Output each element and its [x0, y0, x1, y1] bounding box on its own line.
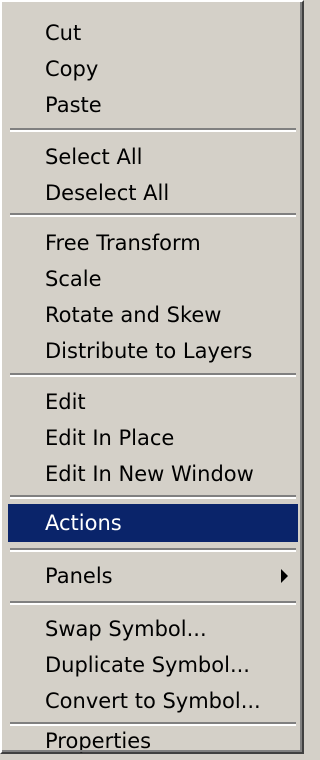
menu-item-label: Select All — [45, 145, 143, 169]
menu-item-label: Edit In Place — [45, 426, 175, 450]
menu-item-select-all[interactable]: Select All — [8, 138, 298, 176]
menu-item-label: Cut — [45, 21, 82, 45]
menu-item-label: Rotate and Skew — [45, 303, 222, 327]
menu-item-rotate-and-skew[interactable]: Rotate and Skew — [8, 296, 298, 334]
menu-item-edit-in-place[interactable]: Edit In Place — [8, 419, 298, 457]
menu-separator — [10, 373, 296, 377]
menu-separator — [10, 548, 296, 552]
menu-item-actions[interactable]: Actions — [8, 504, 298, 542]
menu-item-label: Actions — [45, 511, 122, 535]
menu-item-label: Copy — [45, 57, 99, 81]
menu-item-copy[interactable]: Copy — [8, 50, 298, 88]
submenu-arrow-icon — [281, 569, 288, 583]
menu-item-label: Edit — [45, 390, 86, 414]
menu-item-scale[interactable]: Scale — [8, 260, 298, 298]
menu-item-label: Properties — [45, 729, 152, 753]
menu-item-label: Swap Symbol... — [45, 617, 207, 641]
menu-item-swap-symbol[interactable]: Swap Symbol... — [8, 610, 298, 648]
menu-item-convert-to-symbol[interactable]: Convert to Symbol... — [8, 682, 298, 720]
menu-separator — [10, 213, 296, 217]
menu-separator — [10, 128, 296, 132]
menu-item-label: Duplicate Symbol... — [45, 653, 250, 677]
menu-item-label: Convert to Symbol... — [45, 689, 261, 713]
menu-item-distribute-to-layers[interactable]: Distribute to Layers — [8, 332, 298, 370]
menu-item-deselect-all[interactable]: Deselect All — [8, 174, 298, 212]
menu-item-free-transform[interactable]: Free Transform — [8, 224, 298, 262]
menu-item-label: Distribute to Layers — [45, 339, 253, 363]
menu-item-edit[interactable]: Edit — [8, 383, 298, 421]
menu-item-label: Free Transform — [45, 231, 201, 255]
menu-item-cut[interactable]: Cut — [8, 14, 298, 52]
menu-separator — [10, 601, 296, 605]
context-menu: Cut Copy Paste Select All Deselect All F… — [0, 0, 304, 754]
menu-item-edit-in-new-window[interactable]: Edit In New Window — [8, 455, 298, 493]
menu-item-properties[interactable]: Properties — [8, 722, 298, 760]
menu-item-label: Edit In New Window — [45, 462, 254, 486]
menu-separator — [10, 495, 296, 499]
menu-item-label: Paste — [45, 93, 102, 117]
menu-item-panels[interactable]: Panels — [8, 557, 298, 595]
menu-item-paste[interactable]: Paste — [8, 86, 298, 124]
menu-item-label: Scale — [45, 267, 102, 291]
menu-item-label: Panels — [45, 564, 113, 588]
menu-item-duplicate-symbol[interactable]: Duplicate Symbol... — [8, 646, 298, 684]
menu-item-label: Deselect All — [45, 181, 170, 205]
